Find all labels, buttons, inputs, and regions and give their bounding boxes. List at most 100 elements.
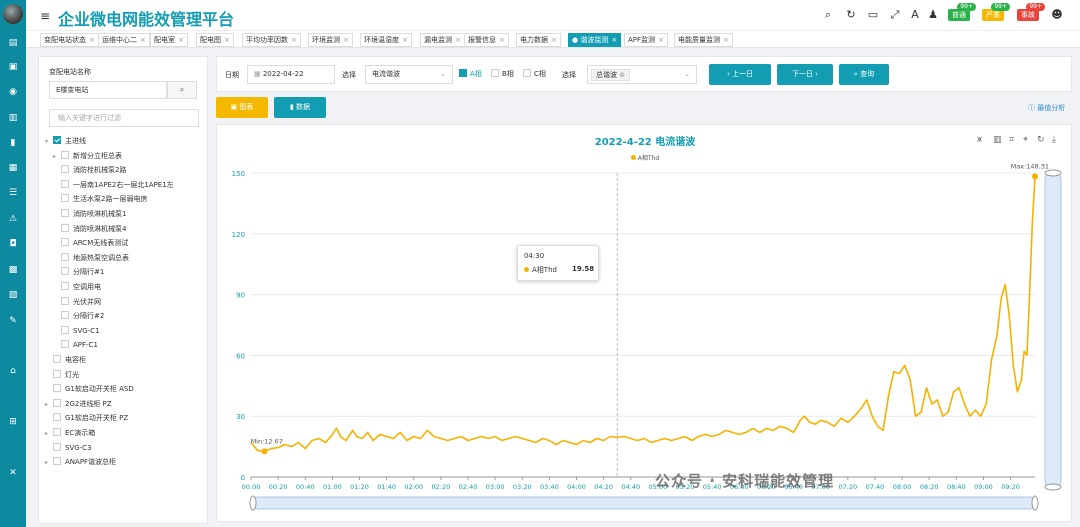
tree-checkbox[interactable] (61, 252, 69, 261)
tab-3[interactable]: 配电图 × (196, 33, 234, 47)
prev-day-button[interactable]: ‹ 上一日 (709, 64, 771, 85)
fullscreen-icon[interactable]: ⤢ (888, 8, 902, 22)
tab-close-icon[interactable]: × (402, 36, 408, 44)
tree-checkbox[interactable] (61, 194, 69, 203)
bar-chart-icon[interactable]: ▮ (7, 137, 19, 149)
tree-node[interactable]: 生活水泵2路一层弱电房 (53, 193, 147, 205)
tree-checkbox[interactable] (61, 223, 69, 232)
tree-expand-icon[interactable]: ▸ (45, 457, 53, 469)
chart-plot[interactable]: 0 30 60 90 120 150 00:00 00:20 00:40 01:00 01:20 01… (217, 125, 1073, 523)
tree-node[interactable]: 分隔行#2 (53, 310, 104, 322)
next-day-button[interactable]: 下一日 › (777, 64, 833, 85)
tree-node[interactable]: 消防喷淋机械泵1 (53, 208, 126, 220)
tree-checkbox[interactable] (61, 267, 69, 276)
tree-checkbox[interactable] (61, 209, 69, 217)
home-icon[interactable]: ⌂ (7, 365, 19, 377)
tree-node[interactable]: APF-C1 (53, 339, 98, 351)
query-button[interactable]: ⌕ 查询 (839, 64, 889, 85)
alarm-normal-button[interactable]: 普通 99+ (948, 3, 976, 21)
tree-node[interactable]: ▸ 2G2进线柜 PZ (45, 398, 112, 410)
tab-close-icon[interactable]: × (89, 36, 95, 44)
tree-checkbox[interactable] (61, 165, 69, 174)
tab-9[interactable]: 电力数据 × (516, 33, 561, 47)
tree-node[interactable]: 电容柜 (45, 354, 86, 366)
tree-node[interactable]: ▸ 新增分立柜总表 (53, 150, 122, 162)
tab-close-icon[interactable]: × (723, 36, 729, 44)
tree-node[interactable]: ARCM无线表测试 (53, 237, 128, 249)
zoom-handle-left[interactable] (249, 495, 257, 511)
tree-checkbox[interactable] (53, 413, 61, 422)
tools-icon[interactable]: ✕ (7, 467, 19, 479)
tab-7[interactable]: 漏电监测 × (420, 33, 465, 47)
tree-filter-input[interactable]: 输入关键字进行过滤 (49, 109, 199, 127)
tree-checkbox[interactable] (53, 457, 61, 466)
best-analysis-link[interactable]: ⓘ 最值分析 (1028, 103, 1065, 113)
data-view-button[interactable]: ▮ 数据 (274, 97, 326, 118)
zoom-handle-bottom[interactable] (1044, 483, 1062, 491)
tab-6[interactable]: 环境温湿度 × (360, 33, 412, 47)
tree-node[interactable]: SVG-C1 (53, 325, 100, 337)
harmonic-chip[interactable]: 总谐波 ⊗ (591, 69, 631, 81)
phase-b-checkbox[interactable]: B相 (491, 69, 514, 79)
tree-node[interactable]: 光伏并网 (53, 296, 101, 308)
tree-checkbox[interactable] (53, 398, 61, 407)
horizontal-zoom-slider[interactable] (250, 496, 1038, 510)
tree-checkbox[interactable] (53, 369, 61, 378)
tab-close-icon[interactable]: × (499, 36, 505, 44)
tree-node[interactable]: ▸ ANAPF谐波总柜 (45, 456, 116, 468)
menu-toggle-icon[interactable]: ≡ (40, 9, 50, 23)
calendar-icon[interactable]: ▩ (7, 264, 19, 276)
tab-11[interactable]: APF监测 × (624, 33, 668, 47)
harmonic-order-select[interactable]: 总谐波 ⊗ ⌄ (587, 65, 697, 84)
tree-node[interactable]: 一层南1APE2右一层北1APE1左 (53, 179, 174, 191)
close-icon[interactable]: ⊗ (619, 71, 625, 79)
search-icon[interactable]: ⌕ (821, 8, 835, 22)
chart-view-button[interactable]: ▣ 图表 (216, 97, 268, 118)
network-icon[interactable]: ⊞ (7, 416, 19, 428)
tree-checkbox[interactable] (61, 150, 69, 159)
camera-icon[interactable]: ◘ (7, 238, 19, 250)
tree-node[interactable]: 消防喷淋机械泵4 (53, 223, 126, 235)
tree-node[interactable]: 灯光 (45, 369, 79, 381)
alarm-icon[interactable]: ⚠ (7, 213, 19, 225)
tab-close-icon[interactable]: × (140, 36, 146, 44)
station-search-button[interactable]: ⌕ (167, 81, 197, 99)
tree-node[interactable]: G1软启动开关柜 PZ (45, 412, 128, 424)
save-icon[interactable]: ▭ (866, 8, 880, 21)
monitor-icon[interactable]: ▣ (7, 61, 19, 73)
tree-checkbox[interactable] (61, 179, 69, 188)
phase-a-checkbox[interactable]: A相 (459, 69, 482, 79)
vertical-zoom-slider[interactable] (1044, 172, 1062, 488)
dashboard-icon[interactable]: ▤ (7, 37, 19, 49)
tree-expand-icon[interactable]: ▾ (45, 136, 53, 148)
report-icon[interactable]: ▥ (7, 112, 19, 124)
tab-close-icon[interactable]: × (658, 36, 664, 44)
font-size-icon[interactable]: A (908, 8, 922, 21)
zoom-handle-right[interactable] (1031, 495, 1039, 511)
table-icon[interactable]: ▧ (7, 289, 19, 301)
tree-node[interactable]: 空调用电 (53, 281, 101, 293)
zoom-handle-top[interactable] (1044, 169, 1062, 177)
tab-12[interactable]: 电能质量监测 × (674, 33, 733, 47)
tree-node[interactable]: 地源热泵空调总表 (53, 252, 129, 264)
tree-expand-icon[interactable]: ▸ (45, 428, 53, 440)
tree-node[interactable]: G1软启动开关柜 ASD (45, 383, 134, 395)
tab-2[interactable]: 配电室 × (150, 33, 188, 47)
min-point-marker[interactable] (261, 448, 268, 455)
tab-0[interactable]: 变配电站状态 × (40, 33, 99, 47)
theme-shirt-icon[interactable]: ♟ (926, 8, 940, 21)
tab-close-icon[interactable]: × (291, 36, 297, 44)
user-icon[interactable]: ☻ (1050, 8, 1064, 21)
list-icon[interactable]: ☰ (7, 187, 19, 199)
tree-checkbox[interactable] (61, 296, 69, 305)
tab-close-icon[interactable]: × (178, 36, 184, 44)
tree-node[interactable]: ▾ 主进线 (45, 135, 86, 147)
tree-checkbox[interactable] (53, 384, 61, 393)
tab-close-icon[interactable]: × (224, 36, 230, 44)
harmonic-type-select[interactable]: 电流谐波 ⌄ (365, 65, 453, 84)
tree-node[interactable]: 消防栓机械泵2路 (53, 164, 126, 176)
tree-checkbox[interactable] (61, 282, 69, 290)
tab-8[interactable]: 报警信息 × (464, 33, 509, 47)
date-picker[interactable]: ▦ 2022-04-22 (247, 65, 335, 84)
tree-checkbox[interactable] (61, 325, 69, 334)
